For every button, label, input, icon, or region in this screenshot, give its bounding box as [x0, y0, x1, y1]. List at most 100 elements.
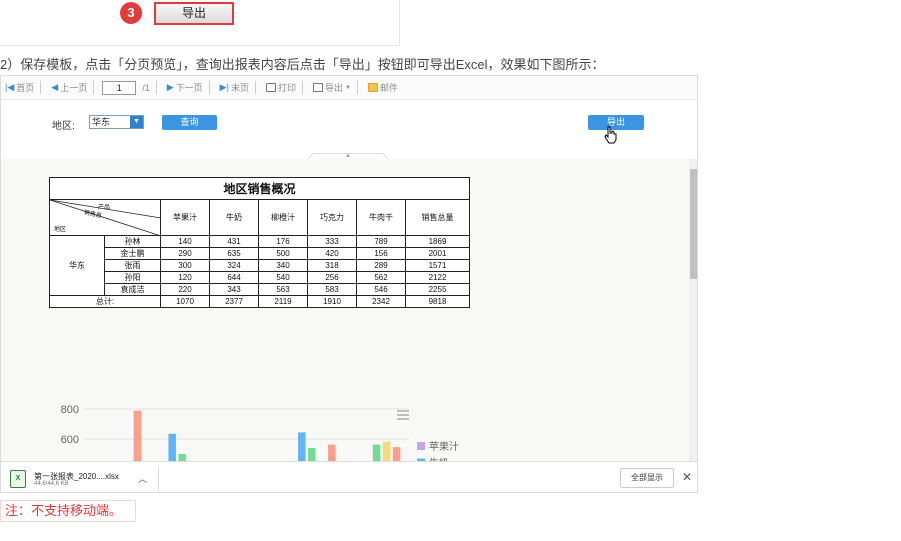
page-total: /1 — [142, 82, 150, 93]
value-cell: 563 — [258, 283, 308, 296]
divider — [93, 81, 95, 94]
chevron-down-icon[interactable]: ▼ — [130, 116, 143, 128]
region-select[interactable]: 华东 ▼ — [89, 115, 144, 129]
value-cell: 635 — [209, 247, 259, 260]
value-cell: 333 — [307, 235, 357, 248]
y-tick-label: 800 — [61, 404, 79, 416]
table-row: 金士鹏 290 635 500 420 156 2001 — [50, 247, 470, 260]
chevron-up-icon[interactable]: ︿ — [138, 472, 147, 485]
pager-toolbar: |◀ 首页 ◀ 上一页 1 /1 ▶ 下一页 ▶| 末页 打印 导出 ▼ 邮件 — [1, 76, 697, 100]
bar — [298, 432, 306, 461]
value-cell: 431 — [209, 235, 259, 248]
sales-report-table: 地区销售概况 产品 销售员 地区 苹果汁 牛奶 柳橙汁 巧克力 牛肉干 销售总量 — [49, 177, 470, 308]
salesperson-cell: 袁成洁 — [104, 283, 161, 296]
bar — [133, 410, 142, 461]
value-cell: 220 — [160, 283, 210, 296]
value-cell: 289 — [356, 259, 406, 272]
value-cell: 546 — [356, 283, 406, 296]
value-cell: 2001 — [405, 247, 470, 260]
total-cell: 1070 — [160, 295, 210, 308]
total-cell: 9818 — [405, 295, 470, 308]
table-row: 华东 孙林 140 431 176 333 789 1869 — [49, 235, 470, 296]
total-cell: 2377 — [209, 295, 259, 308]
divider — [40, 81, 42, 94]
divider — [208, 81, 210, 94]
total-label: 总计: — [49, 295, 161, 308]
value-cell: 120 — [160, 271, 210, 284]
value-cell: 420 — [307, 247, 357, 260]
parameter-panel — [1, 101, 697, 159]
total-cell: 1910 — [307, 295, 357, 308]
report-title: 地区销售概况 — [49, 177, 470, 200]
total-cell: 2119 — [258, 295, 308, 308]
next-page-button[interactable]: ▶ 下一页 — [167, 81, 203, 94]
region-cell: 华东 — [49, 235, 105, 296]
hand-cursor-icon — [604, 126, 617, 144]
bar — [168, 433, 176, 461]
page-number-input[interactable]: 1 — [102, 80, 137, 95]
export-button-highlighted[interactable]: 导出 — [154, 2, 234, 25]
value-cell: 644 — [209, 271, 259, 284]
column-header: 巧克力 — [307, 199, 357, 236]
sales-bar-chart: 0200400600800苹果汁牛奶柳橙汁巧克力牛肉干 — [61, 404, 459, 461]
column-header: 柳橙汁 — [258, 199, 308, 236]
value-cell: 789 — [356, 235, 406, 248]
excel-file-icon: X — [10, 470, 26, 488]
column-header: 牛奶 — [209, 199, 259, 236]
total-row: 总计: 1070 2377 2119 1910 2342 9818 — [49, 295, 470, 308]
printer-icon — [265, 83, 276, 92]
download-bar: X 第一张报表_2020....xlsx 44.6/44.6 KB ︿ 全部显示… — [1, 461, 697, 492]
value-cell: 176 — [258, 235, 308, 248]
instruction-text: 2）保存模板，点击「分页预览」，查询出报表内容后点击「导出」按钮即可导出Exce… — [0, 57, 605, 72]
scrollbar-thumb[interactable] — [690, 169, 697, 279]
bar — [328, 444, 336, 461]
value-cell: 2255 — [405, 283, 470, 296]
value-cell: 343 — [209, 283, 259, 296]
region-label: 地区: — [52, 121, 75, 132]
first-page-icon: |◀ — [5, 82, 15, 92]
vertical-scrollbar[interactable] — [689, 159, 697, 461]
divider — [356, 81, 358, 94]
total-cell: 2342 — [356, 295, 406, 308]
value-cell: 1571 — [405, 259, 470, 272]
corner-label-region: 地区 — [54, 227, 67, 233]
mail-button[interactable]: 邮件 — [367, 81, 398, 94]
divider — [155, 81, 157, 94]
value-cell: 140 — [160, 235, 210, 248]
salesperson-cell: 孙阳 — [104, 271, 161, 284]
bar — [392, 447, 401, 461]
next-page-icon: ▶ — [166, 82, 174, 92]
value-cell: 2122 — [405, 271, 470, 284]
query-button[interactable]: 查询 — [162, 115, 217, 130]
value-cell: 300 — [160, 259, 210, 272]
bar — [308, 448, 316, 461]
report-content: 地区销售概况 产品 销售员 地区 苹果汁 牛奶 柳橙汁 巧克力 牛肉干 销售总量 — [1, 159, 689, 461]
column-header: 苹果汁 — [160, 199, 210, 236]
previous-screenshot-snippet: 3 导出 — [0, 0, 400, 46]
report-preview-window: |◀ 首页 ◀ 上一页 1 /1 ▶ 下一页 ▶| 末页 打印 导出 ▼ 邮件 地区: 华… — [0, 75, 698, 493]
prev-page-button[interactable]: ◀ 上一页 — [51, 81, 87, 94]
note-text: 注：不支持移动端。 — [0, 500, 136, 522]
table-row: 孙阳 120 644 540 256 562 2122 — [50, 271, 470, 284]
value-cell: 324 — [209, 259, 259, 272]
table-row: 袁成洁 220 343 563 583 546 2255 — [50, 283, 470, 296]
print-button[interactable]: 打印 — [265, 81, 296, 94]
close-icon[interactable]: ✕ — [682, 470, 692, 484]
first-page-button[interactable]: |◀ 首页 — [5, 81, 34, 94]
value-cell: 1869 — [405, 235, 470, 248]
value-cell: 583 — [307, 283, 357, 296]
prev-page-icon: ◀ — [51, 82, 59, 92]
divider — [254, 81, 256, 94]
export-menu-button[interactable]: 导出 ▼ — [312, 81, 351, 94]
last-page-icon: ▶| — [219, 82, 229, 92]
value-cell: 500 — [258, 247, 308, 260]
show-all-button[interactable]: 全部显示 — [620, 468, 674, 488]
value-cell: 340 — [258, 259, 308, 272]
column-header: 销售总量 — [405, 199, 470, 236]
salesperson-cell: 金士鹏 — [104, 247, 161, 260]
value-cell: 562 — [356, 271, 406, 284]
export-icon — [312, 83, 323, 92]
diagonal-header-cell: 产品 销售员 地区 — [49, 199, 161, 236]
last-page-button[interactable]: ▶| 末页 — [220, 81, 249, 94]
download-size: 44.6/44.6 KB — [34, 481, 69, 487]
